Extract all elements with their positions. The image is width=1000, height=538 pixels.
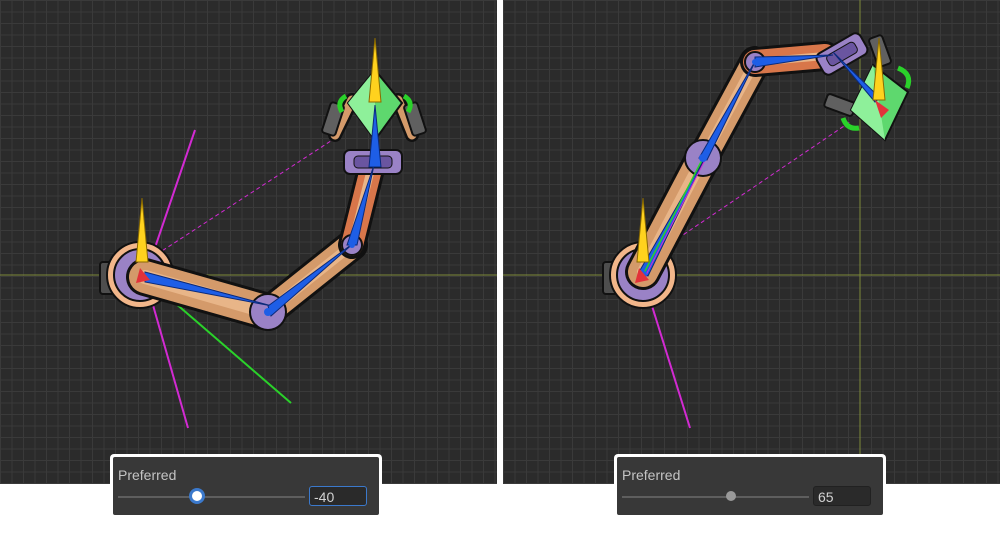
yellow-arrow-icon xyxy=(135,197,149,263)
scene-view-left[interactable] xyxy=(0,0,497,484)
bone-chain xyxy=(141,104,382,317)
scene-right-canvas xyxy=(503,0,1000,484)
panel-body: Preferred 65 xyxy=(617,457,883,515)
preferred-value-field[interactable]: 65 xyxy=(813,486,871,506)
panel-body: Preferred -40 xyxy=(113,457,379,515)
preferred-slider-track[interactable] xyxy=(622,496,809,498)
preferred-slider-track[interactable] xyxy=(118,496,305,498)
target-dashed-line xyxy=(144,134,341,263)
preferred-panel-right: Preferred 65 xyxy=(614,454,886,518)
scene-view-right[interactable] xyxy=(503,0,1000,484)
preferred-label: Preferred xyxy=(622,467,681,483)
yellow-arrow-icon xyxy=(368,37,382,103)
preferred-label: Preferred xyxy=(118,467,177,483)
scene-left-canvas xyxy=(0,37,497,429)
slider-thumb-icon[interactable] xyxy=(726,491,736,501)
preferred-value-field[interactable]: -40 xyxy=(309,486,367,506)
slider-thumb-icon[interactable] xyxy=(192,491,202,501)
preferred-panel-left: Preferred -40 xyxy=(110,454,382,518)
